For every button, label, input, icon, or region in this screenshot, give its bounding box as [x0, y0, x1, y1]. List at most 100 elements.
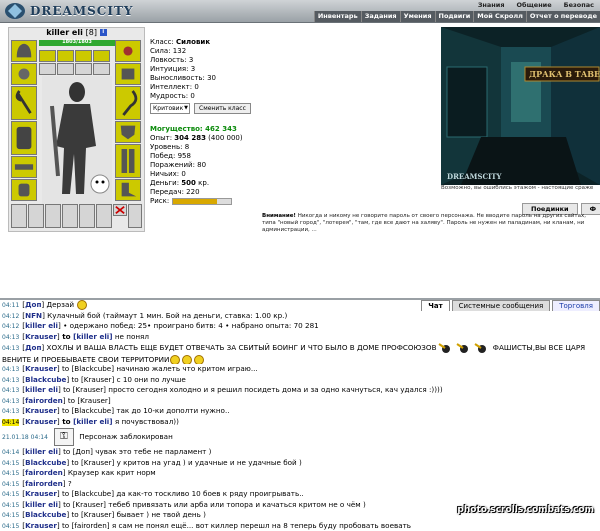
chat-time: 04:13 — [2, 387, 19, 394]
chat-nick[interactable]: killer eli — [25, 385, 58, 394]
chat-nick[interactable]: Blackcube — [25, 375, 66, 384]
nav-knowledge[interactable]: Знания — [472, 0, 511, 11]
smile-icon — [170, 355, 180, 364]
chat-nick[interactable]: Blackcube — [25, 458, 66, 467]
nav-quests[interactable]: Задания — [361, 11, 400, 22]
rune-slot-1[interactable] — [39, 63, 56, 75]
chat-text: я почувствовал)) — [113, 417, 179, 426]
chat-nick[interactable]: Krauser — [25, 332, 57, 341]
stat-draws: Ничьих: 0 — [150, 170, 295, 179]
ring-slot-2[interactable] — [57, 50, 74, 62]
chat-target[interactable]: [killer eli] — [73, 417, 112, 426]
nav-security[interactable]: Безопас — [558, 0, 600, 11]
chat-message: 04:13[fairorden] to [Krauser] — [2, 396, 600, 407]
chat-message: 04:13[Krauser] to [Blackcube] начинаю жа… — [2, 364, 600, 375]
ring-slot-4[interactable] — [93, 50, 110, 62]
bag-slot-4[interactable] — [62, 204, 78, 228]
stat-money: Деньги: 500 кр. — [150, 179, 295, 188]
chat-nick[interactable]: killer eli — [25, 500, 58, 509]
character-figure[interactable] — [42, 76, 112, 204]
nav-inventory[interactable]: Инвентарь — [314, 11, 361, 22]
stat-power: Могущество: 462 343 — [150, 125, 295, 134]
chat-nick[interactable]: fairorden — [25, 396, 63, 405]
armor-slot[interactable] — [11, 121, 37, 155]
chat-message: 04:13[Blackcube] to [Krauser] с 10 они п… — [2, 375, 600, 386]
stat-class-value: Силовик — [176, 38, 210, 46]
bag-slot-1[interactable] — [11, 204, 27, 228]
emoticon-icon — [455, 342, 473, 354]
helmet-slot[interactable] — [11, 40, 37, 62]
stat-intuition: Интуиция: 3 — [150, 65, 295, 74]
chat-text: • одержано побед: 25• проиграно битв: 4 … — [61, 321, 319, 330]
bracer-slot[interactable] — [115, 63, 141, 85]
chat-to: to — [60, 332, 73, 341]
character-name[interactable]: killer eli — [46, 28, 83, 37]
logo-icon[interactable] — [4, 2, 26, 20]
stat-money-unit: кр. — [196, 179, 209, 187]
info-icon[interactable]: i — [100, 29, 107, 36]
chat-message: 04:15[fairorden] ? — [2, 479, 600, 490]
leggings-slot[interactable] — [115, 144, 141, 178]
nav-skills[interactable]: Умения — [400, 11, 435, 22]
chat-nick[interactable]: Krauser — [25, 489, 57, 498]
nav-transfer-report[interactable]: Отчет о переводе — [526, 11, 600, 22]
amulet-slot[interactable] — [11, 63, 37, 85]
gloves-slot[interactable] — [11, 179, 37, 201]
emoticon-icon — [437, 342, 455, 354]
chat-target[interactable]: [killer eli] — [73, 332, 112, 341]
class-select-value: Критовик — [153, 105, 183, 112]
chat-message: 04:15[Krauser] to [Blackcube] да как-то … — [2, 489, 600, 500]
nav-my-scroll[interactable]: Мой Скролл — [473, 11, 526, 22]
weapon-left-slot[interactable] — [11, 86, 37, 120]
chat-nick[interactable]: Доп — [25, 343, 41, 352]
chat-time: 21.01.18 04:14 — [2, 434, 48, 441]
nav-communication[interactable]: Общение — [511, 0, 558, 11]
chat-nick[interactable]: Krauser — [25, 521, 57, 530]
chat-nick[interactable]: Krauser — [25, 364, 57, 373]
bag-slot-7[interactable] — [128, 204, 142, 228]
rune-slot-3[interactable] — [75, 63, 92, 75]
stat-exp-value: 304 283 — [174, 134, 206, 142]
warning-text: Внимание! Никогда и никому не говорите п… — [262, 213, 600, 234]
bag-slot-2[interactable] — [28, 204, 44, 228]
chat-text: to [Blackcube] да как-то тоскливо 10 бое… — [60, 489, 304, 498]
class-select[interactable]: Критовик▼ — [150, 103, 190, 114]
site-watermark: photo.scrolls.combats.com — [457, 505, 594, 515]
chat-to: to — [60, 417, 73, 426]
rune-slot-4[interactable] — [93, 63, 110, 75]
bag-slot-3[interactable] — [45, 204, 61, 228]
chat-nick[interactable]: Krauser — [25, 406, 57, 415]
risk-bar — [172, 198, 232, 205]
belt-slot[interactable] — [11, 156, 37, 178]
chat-nick[interactable]: fairorden — [25, 468, 63, 477]
ring-slot-3[interactable] — [75, 50, 92, 62]
chat-text: Кулачный бой (таймаут 1 мин. Бой на день… — [45, 311, 287, 320]
stat-exp-label: Опыт: — [150, 134, 174, 142]
chat-time: 04:11 — [2, 302, 19, 309]
chat-nick[interactable]: NFN — [25, 311, 42, 320]
chat-nick[interactable]: Krauser — [25, 417, 57, 426]
chat-nick[interactable]: killer eli — [25, 321, 58, 330]
shield-slot[interactable] — [115, 121, 141, 143]
chat-nick[interactable]: fairorden — [25, 479, 63, 488]
bag-slot-6[interactable] — [96, 204, 112, 228]
chat-nick[interactable]: killer eli — [25, 447, 58, 456]
boots-slot[interactable] — [115, 179, 141, 201]
chat-message: 04:12[NFN] Кулачный бой (таймаут 1 мин. … — [2, 311, 600, 322]
bag-slot-5[interactable] — [79, 204, 95, 228]
earring-slot[interactable] — [115, 40, 141, 62]
ring-slot-1[interactable] — [39, 50, 56, 62]
stat-intellect: Интеллект: 0 — [150, 83, 295, 92]
rune-slot-2[interactable] — [57, 63, 74, 75]
chat-text: ХОХЛЫ И ВАША ВЛАСТЬ ЕЩЕ БУДЕТ ОТВЕЧАТЬ З… — [44, 343, 436, 352]
change-class-button[interactable]: Сменить класс — [194, 103, 251, 114]
chat-time: 04:13 — [2, 398, 19, 405]
class-select-row: Критовик▼ Сменить класс — [150, 103, 295, 114]
chat-nick[interactable]: Доп — [25, 300, 41, 309]
stat-agility: Ловкость: 3 — [150, 56, 295, 65]
weapon-right-slot[interactable] — [115, 86, 141, 120]
chat-text: to [Krauser] тебеб привязать или арба ил… — [61, 500, 366, 509]
nav-achievements[interactable]: Подвиги — [435, 11, 474, 22]
location-scene[interactable]: ДРАКА В ТАВЕР DREAMSCITY — [441, 27, 600, 185]
pet-slot[interactable] — [113, 204, 127, 216]
